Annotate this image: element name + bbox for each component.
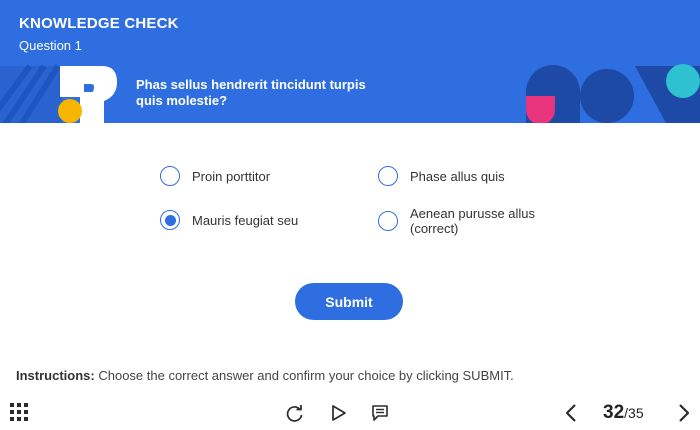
option-label: Phase allus quis [410,168,505,184]
chevron-right-icon [679,404,690,422]
grid-menu-icon [10,403,28,421]
play-button[interactable] [328,402,350,424]
header-banner: KNOWLEDGE CHECK Question 1 Phas sellus h… [0,0,700,123]
option-proin-porttitor[interactable]: Proin porttitor [160,166,270,186]
radio-button-selected[interactable] [160,210,180,230]
question-text: Phas sellus hendrerit tincidunt turpis q… [136,77,366,108]
play-icon [332,405,346,421]
captions-button[interactable] [369,402,391,424]
previous-button[interactable] [560,401,582,425]
radio-button[interactable] [160,166,180,186]
instructions-text: Choose the correct answer and confirm yo… [94,368,514,383]
instructions: Instructions: Choose the correct answer … [16,368,514,383]
captions-icon [372,405,388,421]
option-aenean-purusse-allus[interactable]: Aenean purusse allus (correct) [378,206,560,236]
current-slide: 32 [603,402,625,423]
question-number: Question 1 [19,38,82,53]
menu-button[interactable] [8,402,30,422]
option-label: Mauris feugiat seu [192,212,299,228]
replay-button[interactable] [284,402,306,424]
shapes-decoration [526,64,700,123]
radio-button[interactable] [378,211,398,231]
option-label: Aenean purusse allus (correct) [410,206,536,236]
next-button[interactable] [673,401,695,425]
total-slides: 35 [628,405,644,421]
chevron-left-icon [565,404,576,422]
slide-counter: 32/35 [603,402,644,424]
option-label: Proin porttitor [192,168,271,184]
replay-icon [286,405,303,422]
question-mark-decoration [58,66,117,123]
instructions-prefix: Instructions: [16,368,95,383]
submit-button[interactable]: Submit [295,283,403,320]
option-phase-allus-quis[interactable]: Phase allus quis [378,166,505,186]
stripes-decoration [0,64,62,123]
option-mauris-feugiat-seu[interactable]: Mauris feugiat seu [160,210,298,230]
radio-button[interactable] [378,166,398,186]
page-title: KNOWLEDGE CHECK [19,15,179,32]
